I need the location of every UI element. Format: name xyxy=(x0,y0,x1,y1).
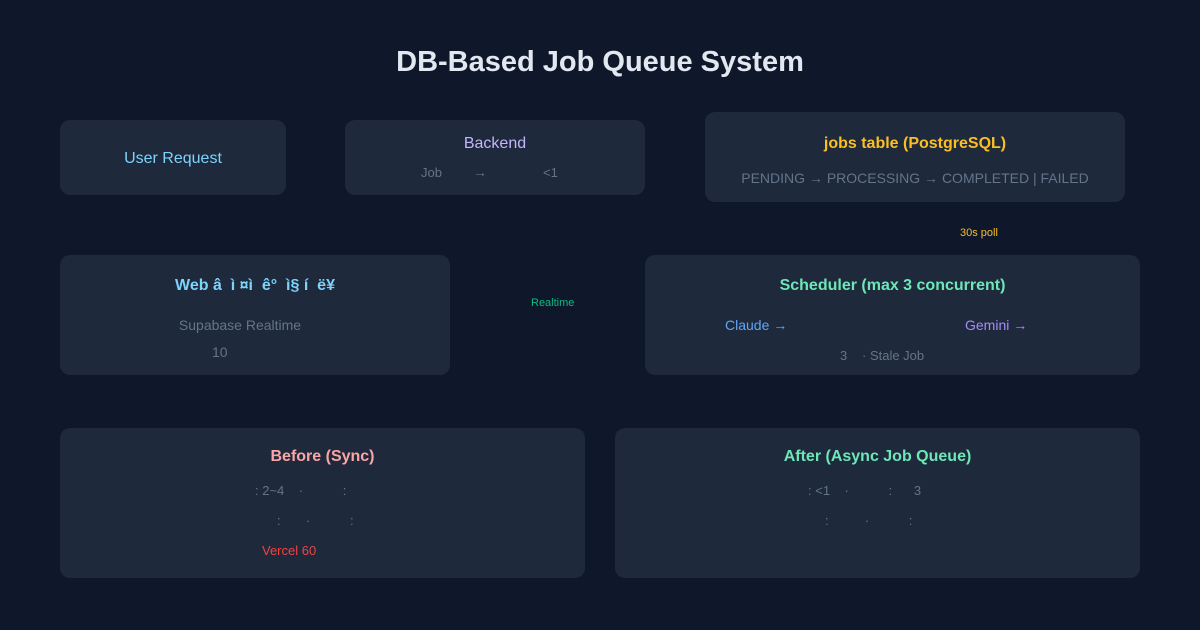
after-line-2: : · : xyxy=(825,513,913,528)
scheduler-node: Scheduler (max 3 concurrent) Claude → Ge… xyxy=(645,255,1140,375)
user-request-label: User Request xyxy=(124,150,222,167)
web-count-text: 10 xyxy=(212,344,228,360)
scheduler-gemini-text: Gemini → xyxy=(965,317,1028,333)
before-line-1: : 2~4 · : xyxy=(255,483,347,498)
backend-arrow-icon: → xyxy=(473,164,487,180)
realtime-label: Realtime xyxy=(531,297,575,309)
web-node: Web â ì ¤ì ê° ì§ í ë¥ Supabase Realtime … xyxy=(60,255,450,375)
before-line-2: : · : xyxy=(277,513,354,528)
jobs-table-states: PENDING → PROCESSING → COMPLETED | FAILE… xyxy=(741,170,1089,186)
backend-title: Backend xyxy=(463,135,527,152)
user-request-node: User Request xyxy=(60,120,286,195)
scheduler-claude-text: Claude → xyxy=(725,317,788,333)
before-panel: Before (Sync) : 2~4 · : : · : Vercel 60 xyxy=(60,428,585,578)
scheduler-title: Scheduler (max 3 concurrent) xyxy=(779,277,1006,294)
poll-label: 30s poll xyxy=(960,227,998,239)
jobs-table-title: jobs table (PostgreSQL) xyxy=(823,135,1007,152)
scheduler-stale-text: · Stale Job xyxy=(862,348,925,363)
page-title: DB-Based Job Queue System xyxy=(396,46,804,78)
web-realtime-text: Supabase Realtime xyxy=(178,317,302,333)
backend-node: Backend Job → <1 xyxy=(345,120,645,195)
jobs-table-node: jobs table (PostgreSQL) PENDING → PROCES… xyxy=(705,112,1125,202)
after-panel: After (Async Job Queue) : <1 · : 3 : · : xyxy=(615,428,1140,578)
backend-job-text: Job xyxy=(421,165,442,180)
web-title: Web â ì ¤ì ê° ì§ í ë¥ xyxy=(175,277,335,294)
before-vercel-text: Vercel 60 xyxy=(262,543,317,558)
backend-time-text: <1 xyxy=(543,165,558,180)
before-title: Before (Sync) xyxy=(270,448,375,465)
scheduler-count-text: 3 xyxy=(840,348,848,363)
after-line-1: : <1 · : 3 xyxy=(808,483,922,498)
after-title: After (Async Job Queue) xyxy=(783,448,972,465)
